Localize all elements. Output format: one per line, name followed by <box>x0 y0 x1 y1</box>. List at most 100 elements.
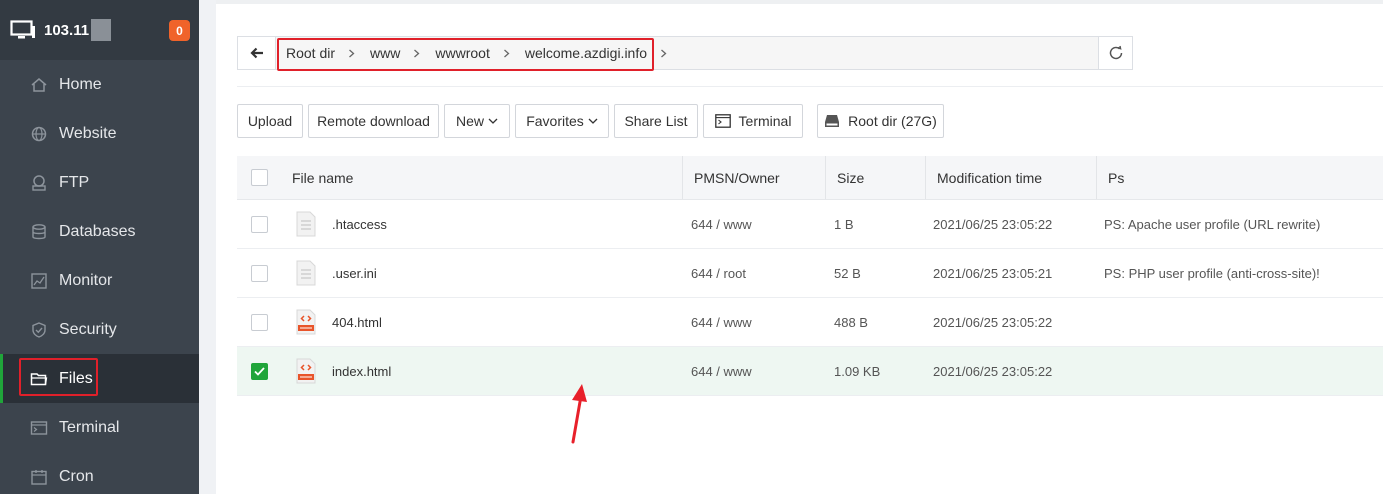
row-checkbox[interactable] <box>250 215 268 233</box>
chevron-right-icon <box>414 49 420 57</box>
sidebar-item-label: Home <box>59 75 102 93</box>
file-name-cell[interactable]: index.html <box>281 347 682 395</box>
arrow-left-icon <box>249 47 263 59</box>
notification-badge[interactable]: 0 <box>169 20 190 41</box>
size-cell: 1 B <box>834 216 854 232</box>
toolbar: Upload Remote download New Favorites Sha… <box>237 104 949 138</box>
breadcrumb-wwwroot[interactable]: wwwroot <box>435 45 489 61</box>
share-list-button[interactable]: Share List <box>614 104 698 138</box>
mod-time-cell: 2021/06/25 23:05:22 <box>933 216 1053 232</box>
refresh-button[interactable] <box>1098 37 1132 69</box>
ftp-icon <box>32 174 46 191</box>
perm-cell[interactable]: 644 / www <box>682 347 825 395</box>
sidebar-item-label: Website <box>59 124 117 142</box>
server-header[interactable]: 103.11 0 <box>0 0 199 60</box>
new-label: New <box>455 113 484 129</box>
size-cell: 488 B <box>834 314 868 330</box>
table-row[interactable]: .htaccess 644 / www 1 B 2021/06/25 23:05… <box>237 200 1383 249</box>
sidebar-item-website[interactable]: Website <box>0 109 199 158</box>
file-name-cell[interactable]: 404.html <box>281 298 682 346</box>
size-cell: 1.09 KB <box>834 363 881 379</box>
ps-cell[interactable] <box>1096 298 1383 346</box>
sidebar-item-home[interactable]: Home <box>0 60 199 109</box>
check-icon <box>253 366 265 376</box>
breadcrumb-site[interactable]: welcome.azdigi.info <box>525 45 647 61</box>
sidebar-item-label: Monitor <box>59 271 113 289</box>
row-checkbox[interactable] <box>250 264 268 282</box>
sidebar-item-cron[interactable]: Cron <box>0 452 199 494</box>
root-dir-label: Root dir (27G) <box>848 113 937 129</box>
remote-download-button[interactable]: Remote download <box>308 104 439 138</box>
globe-icon <box>31 126 47 141</box>
refresh-icon <box>1109 45 1122 60</box>
terminal-button[interactable]: Terminal <box>703 104 803 138</box>
ps-cell[interactable] <box>1096 347 1383 395</box>
chevron-right-icon <box>349 49 355 57</box>
file-manager-panel: Root dir www wwwroot welcome.azdigi.info… <box>216 0 1383 494</box>
terminal-label: Terminal <box>738 113 792 129</box>
file-name-cell[interactable]: .htaccess <box>281 200 682 248</box>
path-bar: Root dir www wwwroot welcome.azdigi.info <box>237 36 1133 71</box>
text-file-icon <box>296 211 316 237</box>
mod-time-cell: 2021/06/25 23:05:21 <box>933 265 1053 281</box>
file-name: .user.ini <box>332 265 377 281</box>
header-file-name[interactable]: File name <box>281 156 682 199</box>
sidebar-item-label: Files <box>59 369 93 387</box>
table-row[interactable]: 404.html 644 / www 488 B 2021/06/25 23:0… <box>237 298 1383 347</box>
file-name: index.html <box>332 363 392 379</box>
header-size[interactable]: Size <box>825 156 925 199</box>
favorites-dropdown-button[interactable]: Favorites <box>515 104 609 138</box>
upload-button[interactable]: Upload <box>237 104 303 138</box>
row-checkbox[interactable] <box>250 313 268 331</box>
sidebar-item-databases[interactable]: Databases <box>0 207 199 256</box>
file-name-cell[interactable]: .user.ini <box>281 249 682 297</box>
chevron-down-icon <box>488 118 498 124</box>
breadcrumb-www[interactable]: www <box>370 45 400 61</box>
disk-icon <box>825 115 840 127</box>
chevron-right-icon <box>503 49 510 57</box>
file-name: .htaccess <box>332 216 387 232</box>
perm-cell[interactable]: 644 / www <box>682 200 825 248</box>
row-checkbox-checked[interactable] <box>250 362 268 380</box>
html-file-icon <box>296 358 316 384</box>
folder-icon <box>30 372 48 385</box>
table-row-selected[interactable]: index.html 644 / www 1.09 KB 2021/06/25 … <box>237 347 1383 396</box>
perm-cell[interactable]: 644 / www <box>682 298 825 346</box>
terminal-icon <box>714 114 731 128</box>
chevron-right-icon <box>661 49 667 57</box>
text-file-icon <box>296 260 316 286</box>
perm-cell[interactable]: 644 / root <box>682 249 825 297</box>
mod-time-cell: 2021/06/25 23:05:22 <box>933 314 1053 330</box>
file-name: 404.html <box>332 314 382 330</box>
sidebar-item-label: Security <box>59 320 117 338</box>
sidebar-item-files[interactable]: Files <box>0 354 199 403</box>
favorites-label: Favorites <box>526 113 584 129</box>
select-all-checkbox[interactable] <box>250 169 268 186</box>
sidebar: 103.11 0 Home Website FTP Databases Moni… <box>0 0 199 494</box>
terminal-icon <box>30 420 48 435</box>
breadcrumb: Root dir www wwwroot welcome.azdigi.info <box>276 37 1098 69</box>
sidebar-item-monitor[interactable]: Monitor <box>0 256 199 305</box>
server-monitor-icon <box>10 20 35 39</box>
server-ip: 103.11 <box>44 21 90 39</box>
root-dir-button[interactable]: Root dir (27G) <box>817 104 944 138</box>
sidebar-item-label: FTP <box>59 173 90 191</box>
row-select-cell <box>237 347 281 395</box>
header-ps: Ps <box>1096 156 1383 199</box>
sidebar-item-security[interactable]: Security <box>0 305 199 354</box>
size-cell: 52 B <box>834 265 861 281</box>
header-perm[interactable]: PMSN/Owner <box>682 156 825 199</box>
table-row[interactable]: .user.ini 644 / root 52 B 2021/06/25 23:… <box>237 249 1383 298</box>
monitor-chart-icon <box>31 272 47 289</box>
chevron-down-icon <box>588 118 598 124</box>
sidebar-item-terminal[interactable]: Terminal <box>0 403 199 452</box>
new-dropdown-button[interactable]: New <box>444 104 510 138</box>
breadcrumb-root[interactable]: Root dir <box>286 45 335 61</box>
ps-cell[interactable]: PS: PHP user profile (anti-cross-site)! <box>1096 249 1383 297</box>
back-button[interactable] <box>238 37 276 69</box>
header-mod-time[interactable]: Modification time <box>925 156 1096 199</box>
sidebar-item-ftp[interactable]: FTP <box>0 158 199 207</box>
sidebar-item-label: Cron <box>59 467 94 485</box>
shield-icon <box>32 321 46 338</box>
ps-cell[interactable]: PS: Apache user profile (URL rewrite) <box>1096 200 1383 248</box>
